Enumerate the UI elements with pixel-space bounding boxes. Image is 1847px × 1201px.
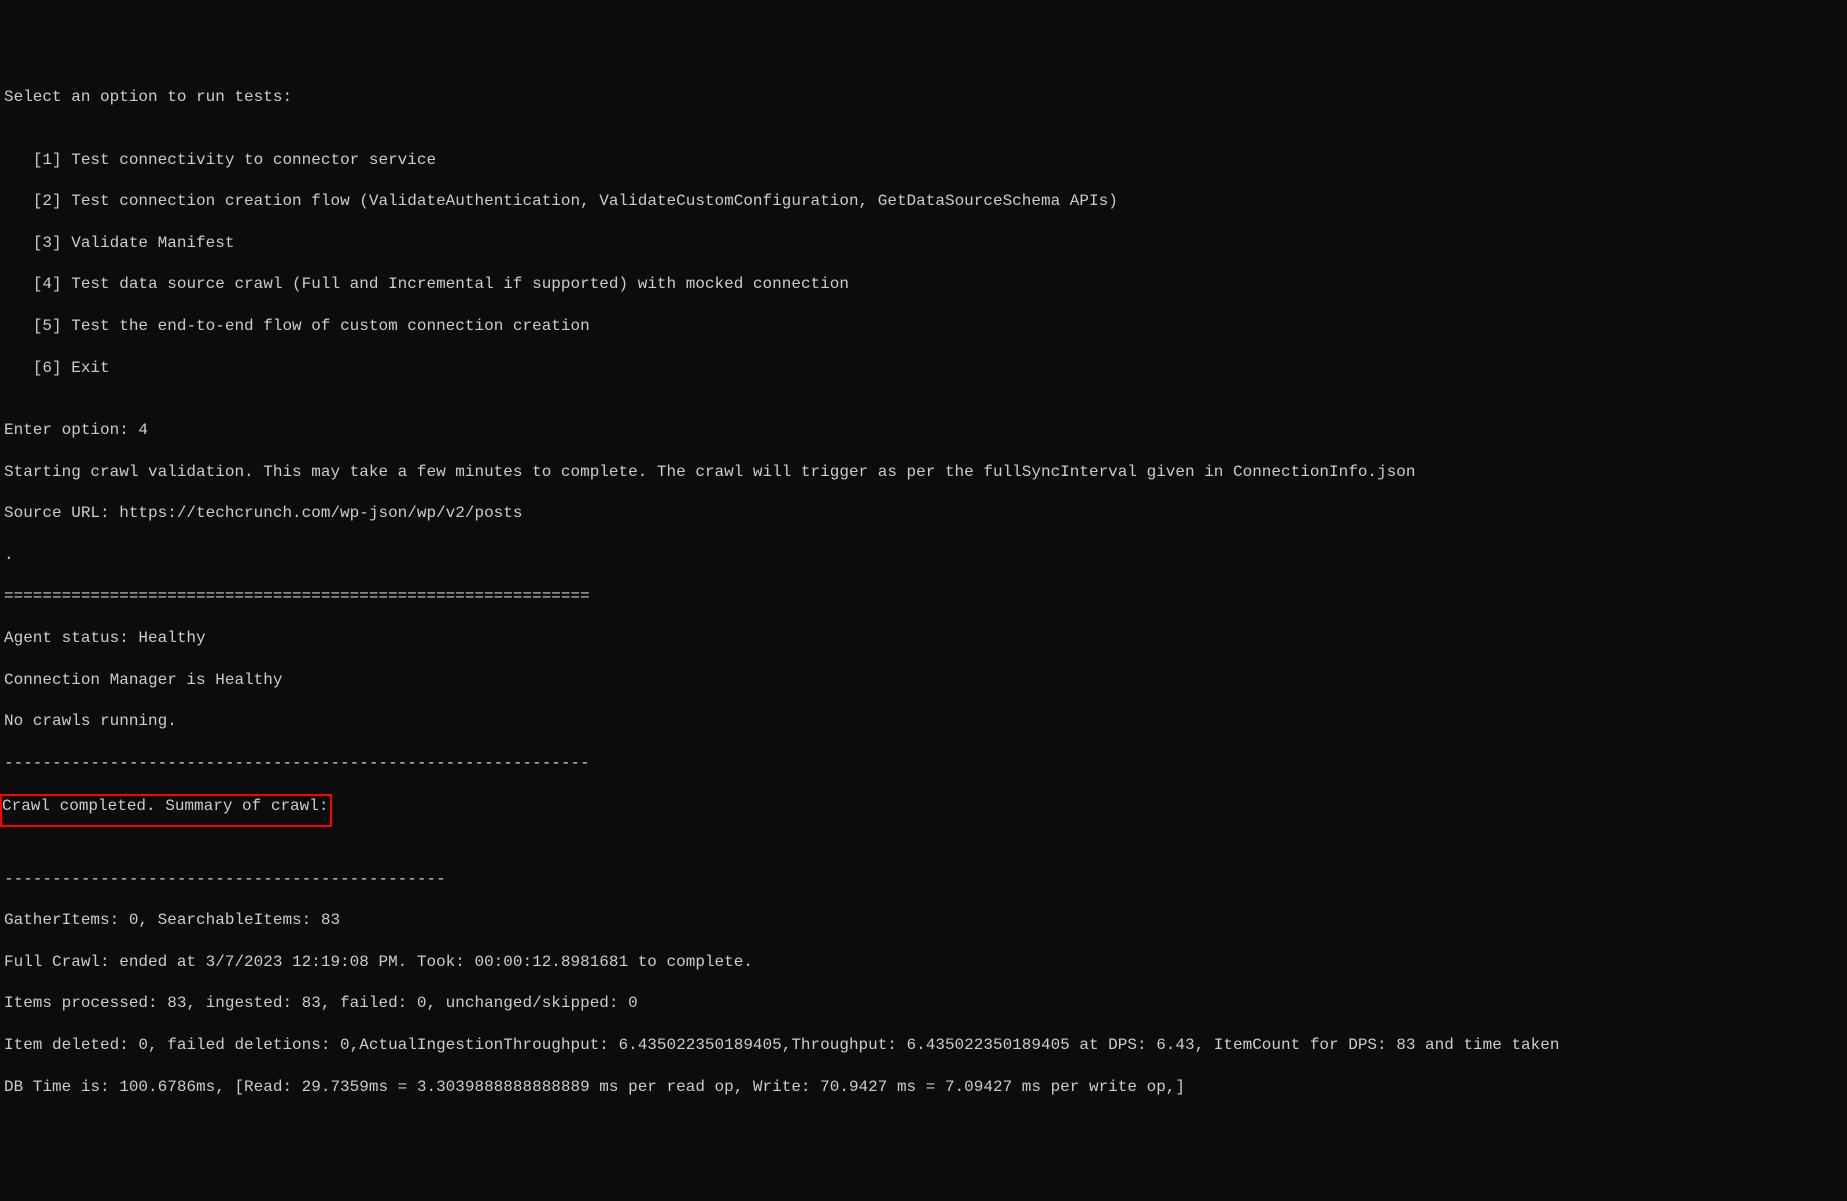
separator-line-3: ----------------------------------------… — [4, 869, 1843, 890]
option-1: [1] Test connectivity to connector servi… — [4, 150, 1843, 171]
dot-line: . — [4, 545, 1843, 566]
option-4: [4] Test data source crawl (Full and Inc… — [4, 274, 1843, 295]
db-time-line: DB Time is: 100.6786ms, [Read: 29.7359ms… — [4, 1077, 1843, 1098]
terminal-output: Select an option to run tests: [1] Test … — [4, 87, 1843, 1097]
option-5: [5] Test the end-to-end flow of custom c… — [4, 316, 1843, 337]
item-deleted-line: Item deleted: 0, failed deletions: 0,Act… — [4, 1035, 1843, 1056]
option-6: [6] Exit — [4, 358, 1843, 379]
enter-option-line: Enter option: 4 — [4, 420, 1843, 441]
starting-line: Starting crawl validation. This may take… — [4, 462, 1843, 483]
source-url-line: Source URL: https://techcrunch.com/wp-js… — [4, 503, 1843, 524]
agent-status-line: Agent status: Healthy — [4, 628, 1843, 649]
separator-line-2: ----------------------------------------… — [4, 753, 1843, 774]
crawl-completed-line: Crawl completed. Summary of crawl: — [2, 797, 328, 815]
highlight-box: Crawl completed. Summary of crawl: — [0, 794, 332, 827]
option-2: [2] Test connection creation flow (Valid… — [4, 191, 1843, 212]
separator-line: ========================================… — [4, 586, 1843, 607]
option-3: [3] Validate Manifest — [4, 233, 1843, 254]
prompt-line: Select an option to run tests: — [4, 87, 1843, 108]
items-processed-line: Items processed: 83, ingested: 83, faile… — [4, 993, 1843, 1014]
full-crawl-line: Full Crawl: ended at 3/7/2023 12:19:08 P… — [4, 952, 1843, 973]
connection-manager-line: Connection Manager is Healthy — [4, 670, 1843, 691]
no-crawls-line: No crawls running. — [4, 711, 1843, 732]
gather-items-line: GatherItems: 0, SearchableItems: 83 — [4, 910, 1843, 931]
